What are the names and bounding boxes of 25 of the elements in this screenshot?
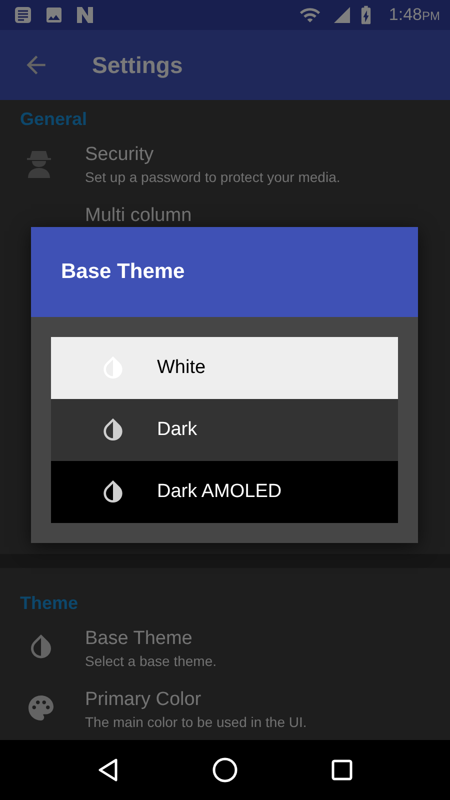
theme-option[interactable]: Dark xyxy=(51,399,398,461)
palette-icon xyxy=(26,693,56,723)
setting-description: The main color to be used in the UI. xyxy=(85,714,307,730)
setting-description: Select a base theme. xyxy=(85,653,217,669)
home-nav-icon[interactable] xyxy=(212,757,238,783)
setting-title[interactable]: Multi column xyxy=(85,205,192,227)
app-bar-title: Settings xyxy=(92,52,183,78)
setting-title[interactable]: Base Theme xyxy=(85,628,217,650)
setting-title[interactable]: Primary Color xyxy=(85,689,307,711)
n-logo-icon xyxy=(76,6,94,24)
clock-time: 1:48 xyxy=(388,5,422,25)
section-title: General xyxy=(19,108,88,130)
setting-title[interactable]: Security xyxy=(85,144,340,166)
section-title: Theme xyxy=(19,592,80,614)
recents-nav-icon[interactable] xyxy=(331,759,354,781)
clock-meridiem: PM xyxy=(422,9,440,23)
notes-icon xyxy=(14,6,32,24)
image-icon xyxy=(44,5,64,25)
back-nav-icon[interactable] xyxy=(96,758,119,782)
theme-option[interactable]: Dark AMOLED xyxy=(51,461,398,523)
theme-option[interactable]: White xyxy=(51,337,398,399)
signal-icon xyxy=(332,6,351,24)
spy-icon xyxy=(26,148,52,178)
dialog-title: Base Theme xyxy=(61,260,185,284)
setting-description: Set up a password to protect your media. xyxy=(85,169,340,185)
